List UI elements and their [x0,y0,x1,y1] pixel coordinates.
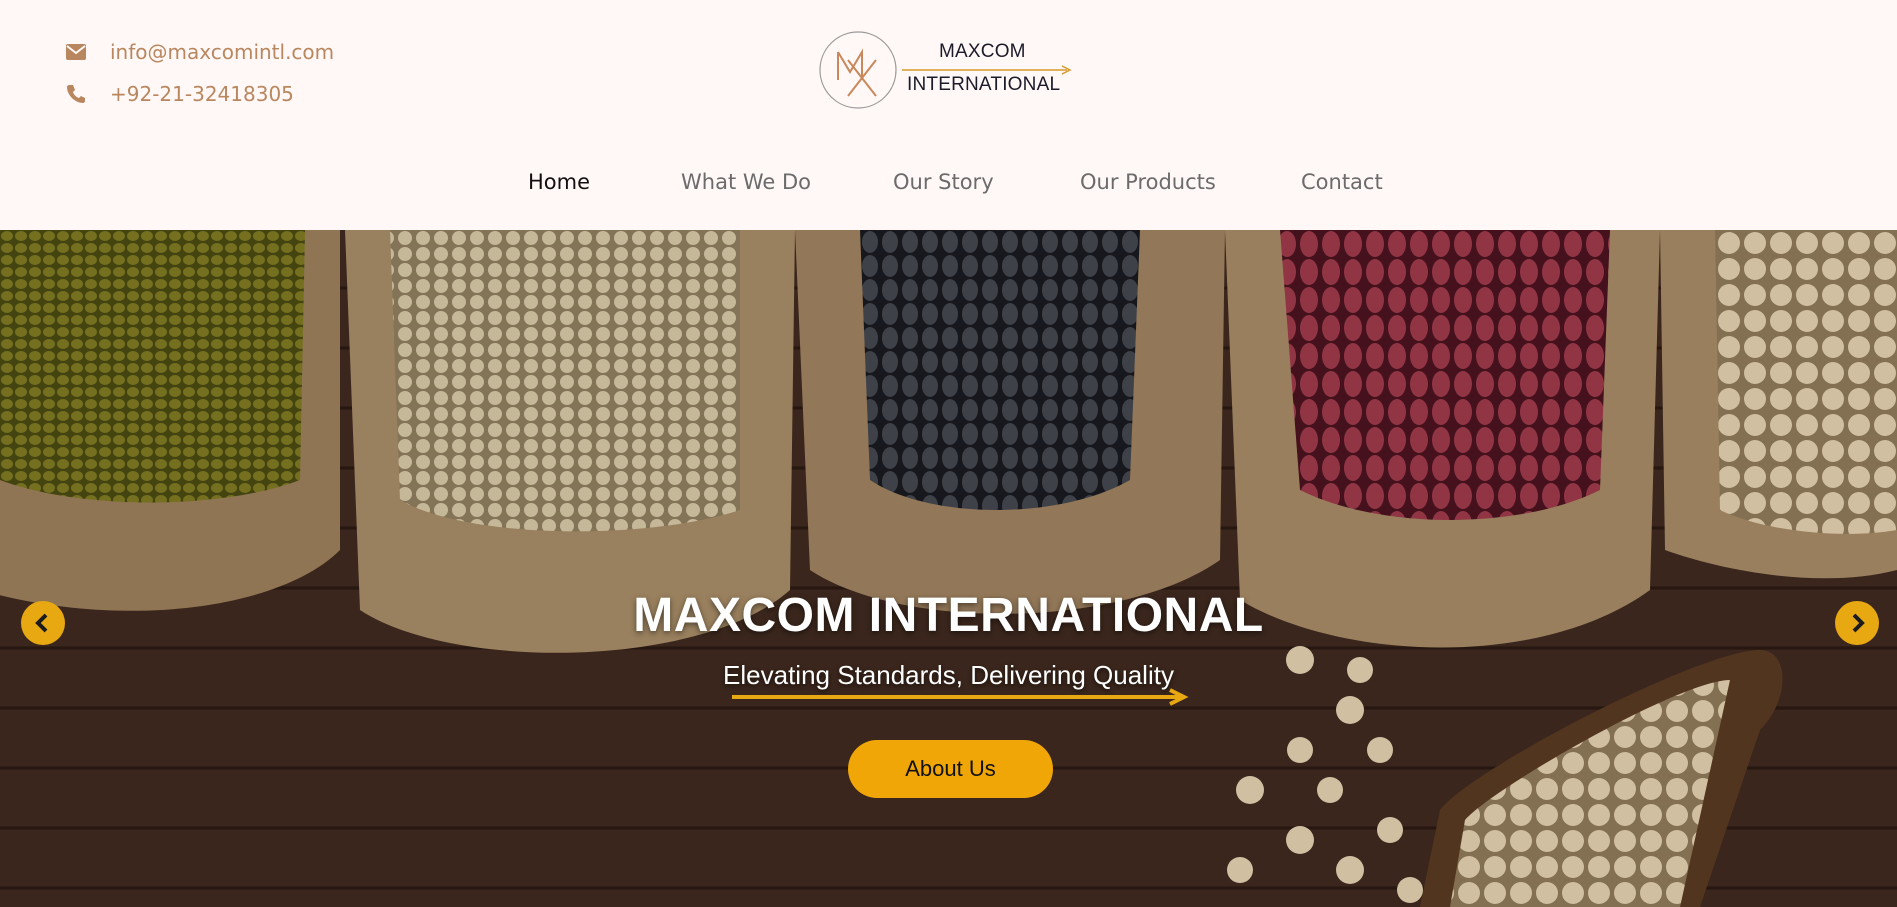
chevron-right-icon [1852,613,1865,633]
nav-contact[interactable]: Contact [1301,170,1383,194]
phone-icon [64,82,88,106]
carousel-prev-button[interactable] [21,601,65,645]
contact-email[interactable]: info@maxcomintl.com [64,40,334,64]
nav-our-products[interactable]: Our Products [1080,170,1216,194]
hero-subtitle: Elevating Standards, Delivering Quality [723,660,1174,690]
hero-title: MAXCOM INTERNATIONAL [633,589,1264,642]
carousel-next-button[interactable] [1835,601,1879,645]
chevron-left-icon [35,613,48,633]
contact-phone-text[interactable]: +92-21-32418305 [110,82,294,106]
logo-monogram [819,31,897,109]
nav-our-story[interactable]: Our Story [893,170,994,194]
about-us-button[interactable]: About Us [848,740,1053,798]
site-header: info@maxcomintl.com +92-21-32418305 MAXC… [0,0,1897,230]
nav-what-we-do[interactable]: What We Do [681,170,811,194]
hero-arrow-divider [732,688,1189,706]
logo-text-international: INTERNATIONAL [907,74,1061,95]
site-logo[interactable]: MAXCOM INTERNATIONAL [818,28,1072,114]
contact-phone[interactable]: +92-21-32418305 [64,82,294,106]
hero-overlay [0,230,1897,907]
main-nav: Home What We Do Our Story Our Products C… [0,170,1897,210]
contact-email-text[interactable]: info@maxcomintl.com [110,40,334,64]
nav-home[interactable]: Home [528,170,590,194]
logo-text-maxcom: MAXCOM [939,41,1026,62]
hero-carousel: MAXCOM INTERNATIONAL Elevating Standards… [0,230,1897,907]
envelope-icon [64,40,88,64]
